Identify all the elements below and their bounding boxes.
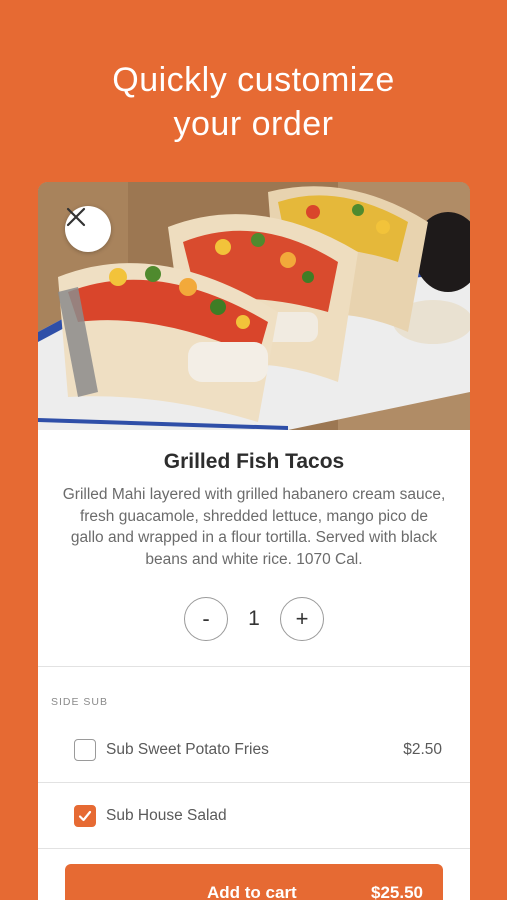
divider bbox=[38, 848, 470, 849]
item-description: Grilled Mahi layered with grilled habane… bbox=[62, 486, 446, 568]
item-detail-card: Grilled Fish Tacos Grilled Mahi layered … bbox=[38, 182, 470, 900]
headline-line-1: Quickly customize bbox=[112, 61, 395, 99]
divider bbox=[38, 782, 470, 783]
headline-line-2: your order bbox=[173, 105, 334, 143]
decrease-quantity-button[interactable]: - bbox=[184, 597, 228, 641]
option-label: Sub House Salad bbox=[106, 807, 227, 824]
option-price: $2.50 bbox=[403, 741, 442, 758]
sweet-potato-fries-checkbox[interactable] bbox=[74, 739, 96, 761]
quantity-value: 1 bbox=[248, 607, 260, 630]
item-photo bbox=[38, 182, 470, 430]
quantity-stepper: - 1 + bbox=[38, 596, 470, 642]
item-title: Grilled Fish Tacos bbox=[163, 450, 345, 473]
option-label: Sub Sweet Potato Fries bbox=[106, 741, 269, 758]
option-sweet-potato-fries[interactable]: Sub Sweet Potato Fries $2.50 bbox=[38, 718, 470, 782]
close-icon bbox=[66, 207, 86, 227]
increase-quantity-button[interactable]: + bbox=[280, 597, 324, 641]
add-to-cart-label: Add to cart bbox=[207, 883, 297, 900]
house-salad-checkbox[interactable] bbox=[74, 805, 96, 827]
add-to-cart-button[interactable]: Add to cart $25.50 bbox=[65, 864, 443, 900]
divider bbox=[38, 666, 470, 667]
close-button[interactable] bbox=[65, 206, 111, 252]
headline: Quickly customize your order bbox=[0, 58, 507, 146]
option-house-salad[interactable]: Sub House Salad bbox=[38, 784, 470, 848]
side-sub-section-label: SIDE SUB bbox=[51, 696, 109, 708]
cart-total: $25.50 bbox=[371, 883, 423, 900]
checkmark-icon bbox=[78, 810, 92, 822]
